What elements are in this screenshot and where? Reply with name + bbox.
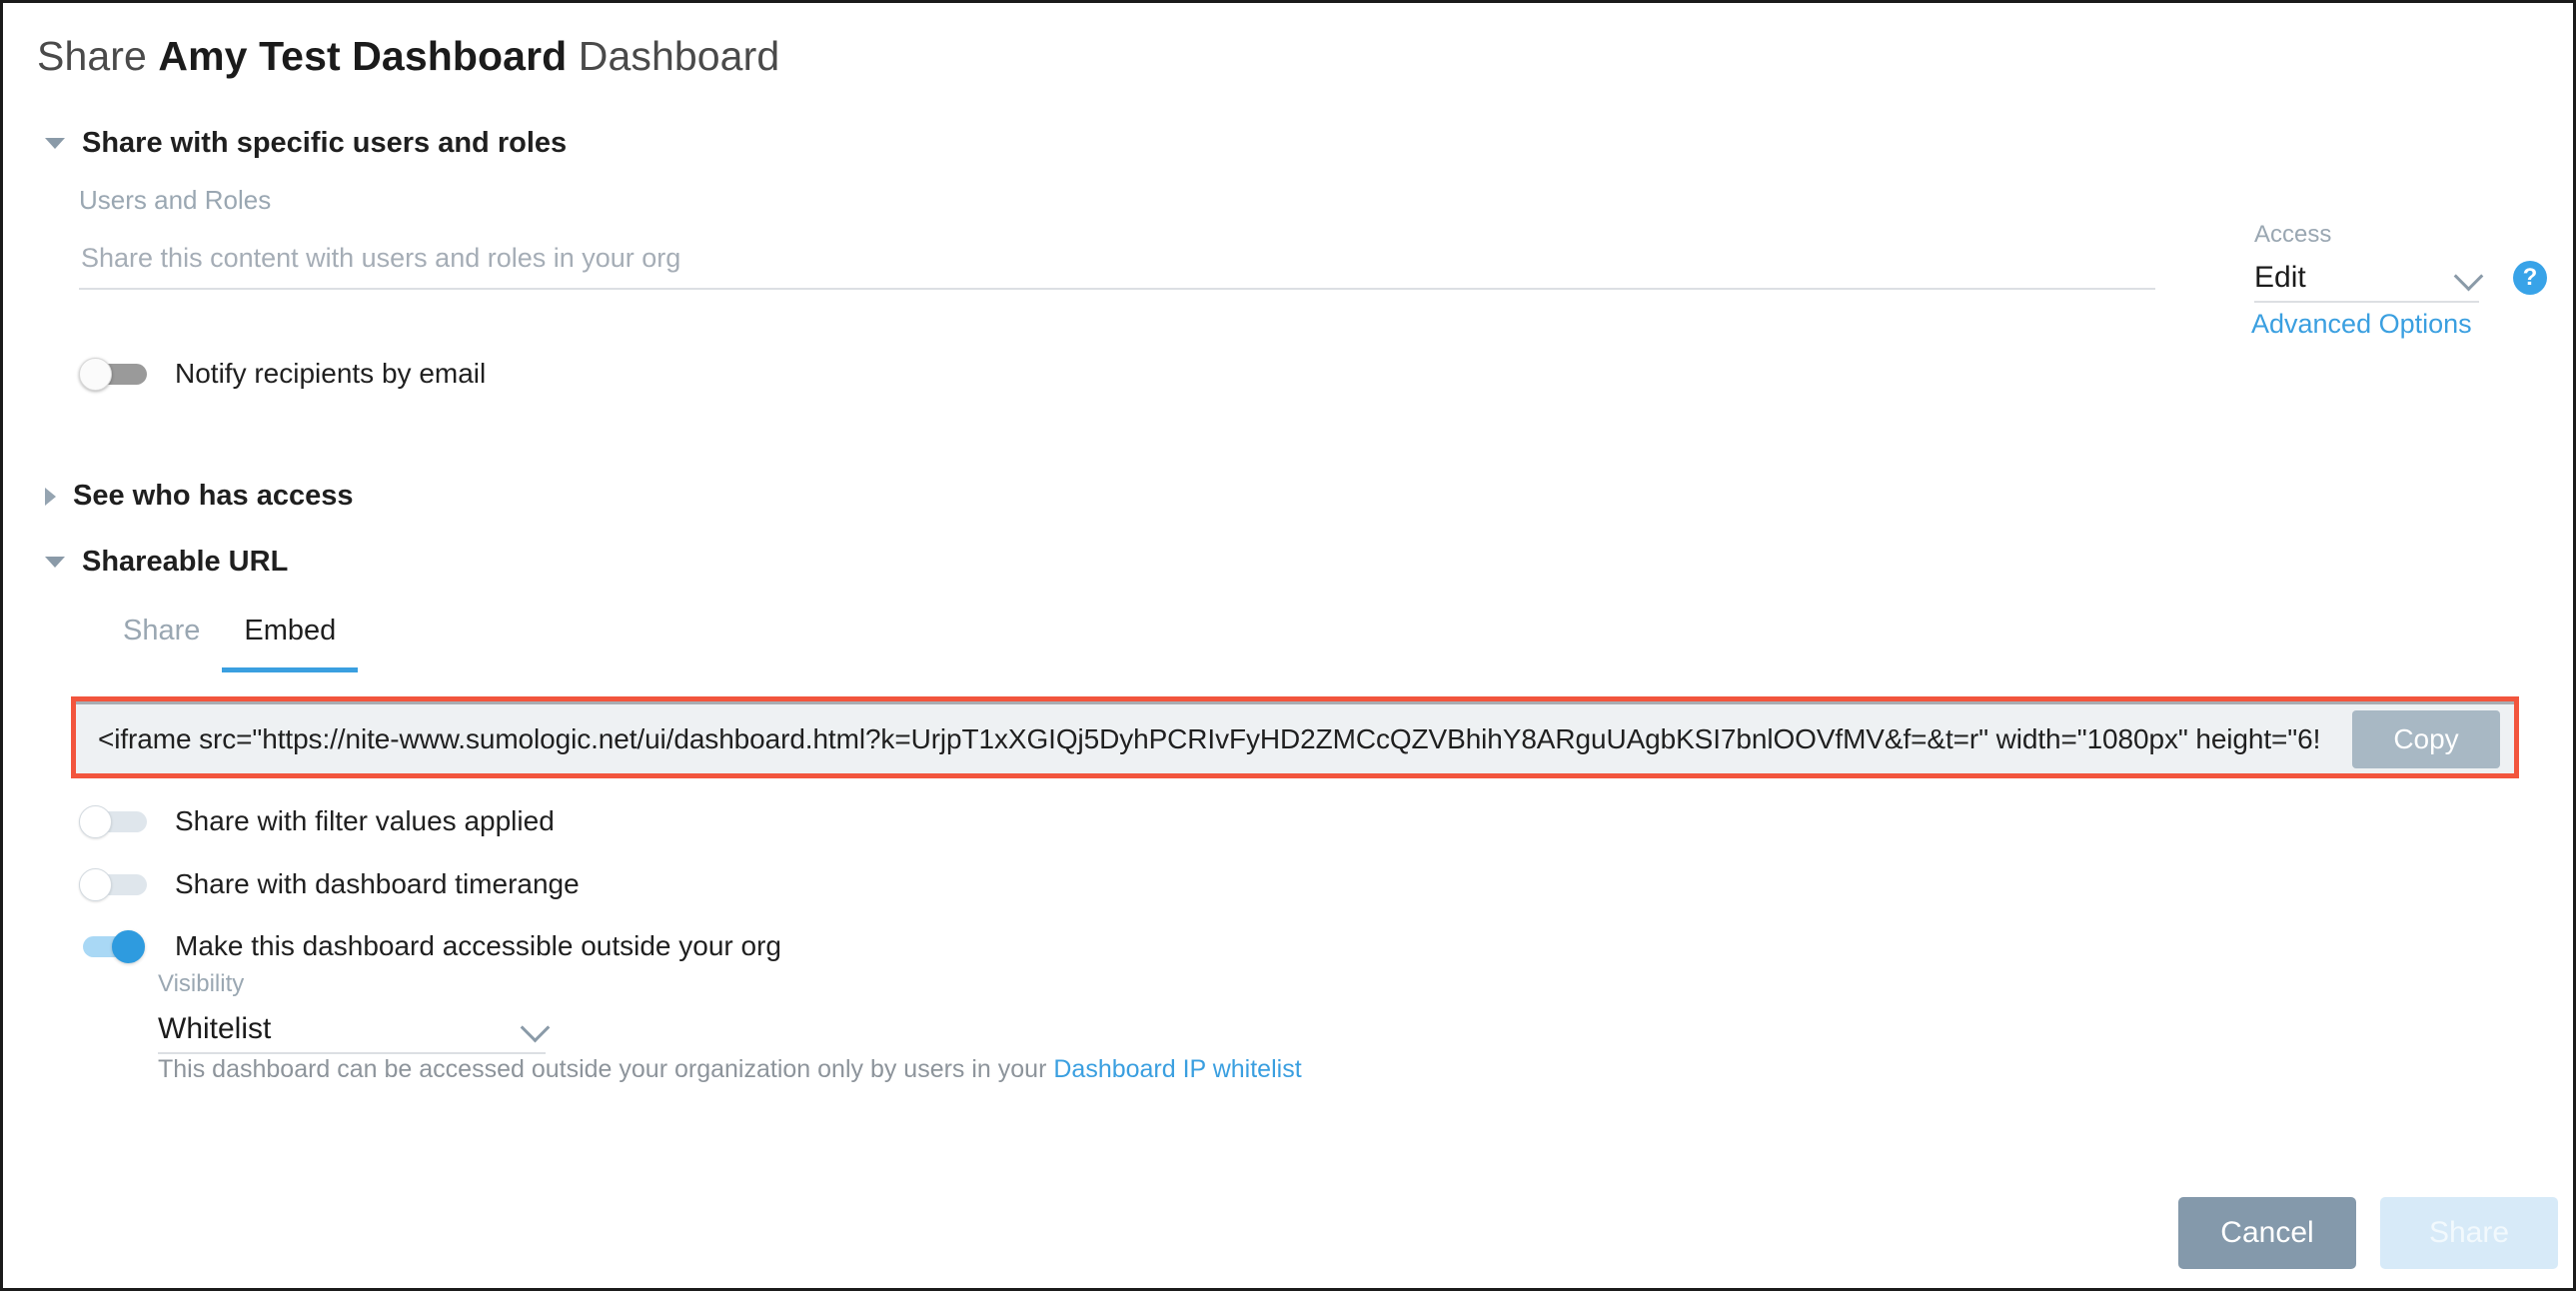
share-with-filter-values-toggle[interactable] <box>79 805 147 838</box>
section-title: Shareable URL <box>82 546 289 578</box>
share-with-filter-values-label: Share with filter values applied <box>175 805 555 836</box>
advanced-options-link[interactable]: Advanced Options <box>2251 309 2472 340</box>
embed-code-text[interactable]: <iframe src="https://nite-www.sumologic.… <box>76 723 2352 755</box>
dashboard-ip-whitelist-link[interactable]: Dashboard IP whitelist <box>1053 1055 1301 1083</box>
share-with-filter-values-row[interactable]: Share with filter values applied <box>79 805 555 838</box>
embed-code-highlight-box: <iframe src="https://nite-www.sumologic.… <box>71 696 2519 778</box>
access-label: Access <box>2254 221 2332 248</box>
title-prefix: Share <box>37 33 159 79</box>
page-title: Share Amy Test Dashboard Dashboard <box>37 33 779 80</box>
access-selected-value: Edit <box>2254 261 2306 294</box>
help-icon[interactable]: ? <box>2513 261 2547 295</box>
chevron-down-icon <box>45 138 65 149</box>
copy-button[interactable]: Copy <box>2352 709 2500 768</box>
accessible-outside-org-label: Make this dashboard accessible outside y… <box>175 930 782 961</box>
visibility-help-text: This dashboard can be accessed outside y… <box>158 1055 1302 1084</box>
notify-recipients-toggle[interactable] <box>79 358 147 391</box>
users-and-roles-label: Users and Roles <box>79 185 272 215</box>
section-shareable-url[interactable]: Shareable URL <box>45 546 288 579</box>
share-dashboard-dialog: Share Amy Test Dashboard Dashboard Share… <box>0 0 2576 1291</box>
chevron-right-icon <box>45 487 56 506</box>
shareable-url-tabs: Share Embed <box>101 615 359 672</box>
share-button[interactable]: Share <box>2380 1197 2558 1269</box>
toggle-knob <box>112 930 145 963</box>
tab-embed[interactable]: Embed <box>222 615 359 672</box>
accessible-outside-org-toggle[interactable] <box>79 930 147 963</box>
section-share-with-specific-users[interactable]: Share with specific users and roles <box>45 127 567 160</box>
users-and-roles-input[interactable] <box>79 238 2155 290</box>
accessible-outside-org-row[interactable]: Make this dashboard accessible outside y… <box>79 930 782 963</box>
title-dashboard-name: Amy Test Dashboard <box>158 33 568 79</box>
share-with-dashboard-timerange-label: Share with dashboard timerange <box>175 868 580 899</box>
share-with-dashboard-timerange-toggle[interactable] <box>79 868 147 901</box>
chevron-down-icon <box>45 557 65 568</box>
notify-recipients-label: Notify recipients by email <box>175 358 487 389</box>
section-see-who-has-access[interactable]: See who has access <box>45 480 354 513</box>
tab-share[interactable]: Share <box>101 615 222 672</box>
section-title: See who has access <box>73 480 354 512</box>
title-suffix: Dashboard <box>567 33 780 79</box>
access-select[interactable]: Edit <box>2254 253 2484 303</box>
chevron-down-icon <box>2453 261 2484 292</box>
visibility-label: Visibility <box>158 970 245 997</box>
toggle-knob <box>79 358 112 391</box>
cancel-button[interactable]: Cancel <box>2178 1197 2356 1269</box>
visibility-selected-value: Whitelist <box>158 1012 272 1045</box>
embed-code-field[interactable]: <iframe src="https://nite-www.sumologic.… <box>76 701 2514 773</box>
share-with-dashboard-timerange-row[interactable]: Share with dashboard timerange <box>79 868 580 901</box>
toggle-knob <box>79 868 112 901</box>
chevron-down-icon <box>520 1012 551 1043</box>
visibility-select[interactable]: Whitelist <box>158 1002 551 1054</box>
visibility-help-sentence: This dashboard can be accessed outside y… <box>158 1055 1054 1083</box>
toggle-knob <box>79 805 112 838</box>
section-title: Share with specific users and roles <box>82 127 568 159</box>
notify-recipients-toggle-row[interactable]: Notify recipients by email <box>79 358 487 391</box>
